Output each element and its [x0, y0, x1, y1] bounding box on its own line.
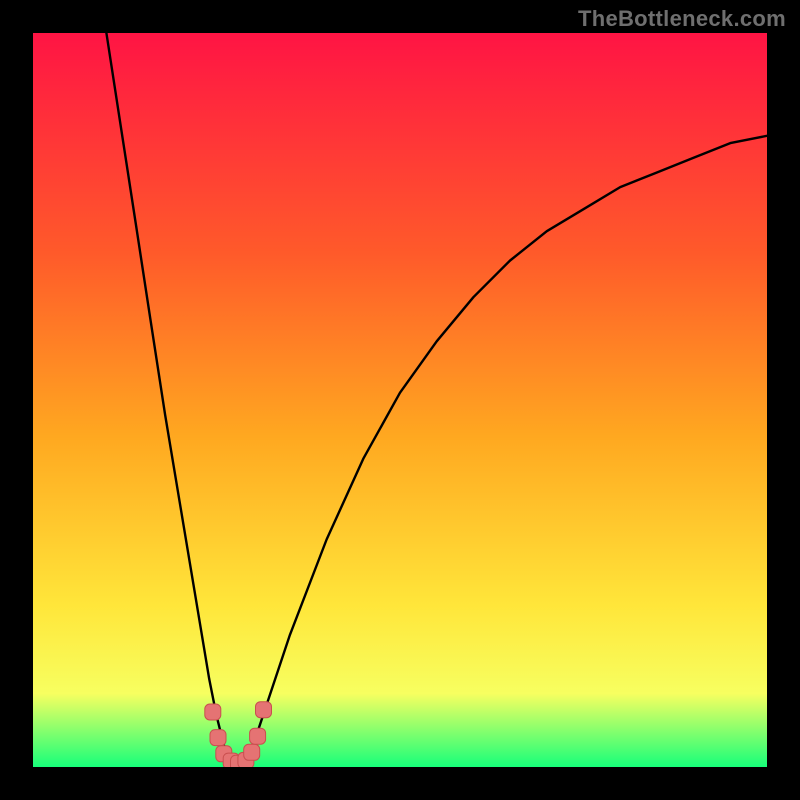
marker-point	[256, 702, 272, 718]
marker-point	[250, 728, 266, 744]
watermark-text: TheBottleneck.com	[578, 6, 786, 32]
marker-point	[205, 704, 221, 720]
bottleneck-chart	[33, 33, 767, 767]
marker-point	[210, 730, 226, 746]
gradient-background	[33, 33, 767, 767]
plot-area	[33, 33, 767, 767]
marker-point	[244, 744, 260, 760]
chart-frame: TheBottleneck.com	[0, 0, 800, 800]
